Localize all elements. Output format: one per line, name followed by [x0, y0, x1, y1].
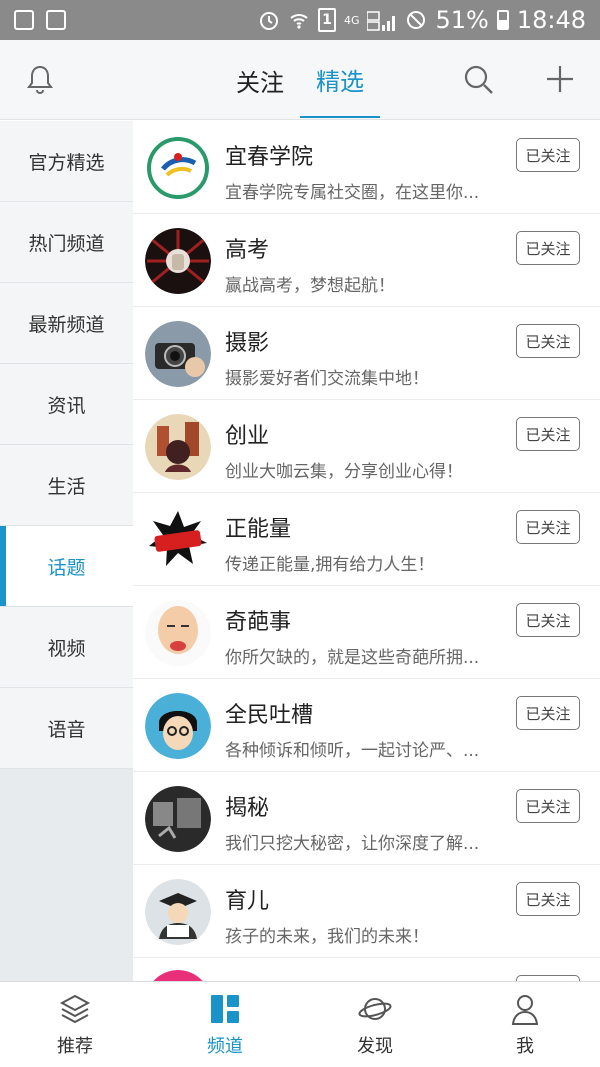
- sidebar-item-official[interactable]: 官方精选: [0, 121, 133, 202]
- channel-title: 育儿: [225, 889, 270, 914]
- followed-button[interactable]: 已关注: [516, 138, 580, 172]
- sidebar-item-topics[interactable]: 话题: [0, 526, 133, 607]
- bottom-navigation: 推荐 频道 发现 我: [0, 981, 600, 1067]
- channel-title: 正能量: [225, 517, 292, 542]
- followed-button[interactable]: 已关注: [516, 510, 580, 544]
- layers-icon: [59, 994, 91, 1023]
- search-icon[interactable]: [463, 64, 495, 96]
- planet-icon: [358, 997, 392, 1020]
- channel-title: 揭秘: [225, 796, 270, 821]
- followed-button[interactable]: 已关注: [516, 882, 580, 916]
- list-item[interactable]: 全民吐槽 各种倾诉和倾听，一起讨论严、... 已关注: [133, 679, 600, 772]
- sidebar-item-hot[interactable]: 热门频道: [0, 202, 133, 283]
- nav-channels[interactable]: 频道: [150, 982, 300, 1067]
- list-item[interactable]: [133, 958, 600, 981]
- list-item[interactable]: 创业 创业大咖云集，分享创业心得！ 已关注: [133, 400, 600, 493]
- nav-label: 推荐: [57, 1035, 93, 1057]
- tab-following[interactable]: 关注: [220, 42, 300, 118]
- channel-description: 我们只挖大秘密，让你深度了解...: [225, 834, 480, 854]
- channel-grid-icon: [211, 994, 239, 1023]
- list-item[interactable]: 宜春学院 宜春学院专属社交圈，在这里你... 已关注: [133, 121, 600, 214]
- list-item[interactable]: 奇葩事 你所欠缺的，就是这些奇葩所拥... 已关注: [133, 586, 600, 679]
- channel-title: 摄影: [225, 331, 270, 356]
- channel-description: 创业大咖云集，分享创业心得！: [225, 462, 463, 482]
- followed-button[interactable]: 已关注: [516, 324, 580, 358]
- channel-description: 宜春学院专属社交圈，在这里你...: [225, 183, 480, 203]
- clipboard-notification-icon: [46, 10, 66, 30]
- nav-discover[interactable]: 发现: [300, 982, 450, 1067]
- list-item[interactable]: 育儿 孩子的未来，我们的未来！ 已关注: [133, 865, 600, 958]
- channel-description: 孩子的未来，我们的未来！: [225, 927, 429, 947]
- category-sidebar: 官方精选 热门频道 最新频道 资讯 生活 话题 视频 语音: [0, 121, 133, 981]
- followed-button[interactable]: 已关注: [516, 231, 580, 265]
- image-notification-icon: [14, 10, 34, 30]
- network-label: 4G: [343, 13, 360, 27]
- channel-title: 奇葩事: [225, 610, 292, 635]
- list-item[interactable]: 揭秘 我们只挖大秘密，让你深度了解... 已关注: [133, 772, 600, 865]
- nav-recommend[interactable]: 推荐: [0, 982, 150, 1067]
- followed-button[interactable]: 已关注: [516, 417, 580, 451]
- channel-avatar: [145, 414, 211, 480]
- channel-avatar: [145, 970, 211, 981]
- channel-avatar: [145, 228, 211, 294]
- channel-description: 你所欠缺的，就是这些奇葩所拥...: [225, 648, 480, 668]
- signal-icon: [367, 11, 396, 31]
- nav-me[interactable]: 我: [450, 982, 600, 1067]
- sidebar-item-life[interactable]: 生活: [0, 445, 133, 526]
- channel-title: 创业: [225, 424, 270, 449]
- channel-description: 传递正能量,拥有给力人生！: [225, 555, 435, 575]
- channel-title: 高考: [225, 238, 270, 263]
- followed-button[interactable]: 已关注: [516, 789, 580, 823]
- battery-percent: 51%: [435, 6, 489, 34]
- nav-label: 频道: [207, 1035, 243, 1057]
- top-header: 关注 精选: [0, 40, 600, 120]
- sidebar-item-newest[interactable]: 最新频道: [0, 283, 133, 364]
- alarm-icon: [259, 12, 278, 30]
- list-item[interactable]: 摄影 摄影爱好者们交流集中地！ 已关注: [133, 307, 600, 400]
- list-item[interactable]: 正能量 传递正能量,拥有给力人生！ 已关注: [133, 493, 600, 586]
- channel-title: 宜春学院: [225, 145, 314, 170]
- sidebar-item-video[interactable]: 视频: [0, 607, 133, 688]
- do-not-disturb-icon: [407, 11, 426, 29]
- nav-label: 我: [516, 1035, 534, 1057]
- channel-avatar: [145, 600, 211, 666]
- channel-description: 各种倾诉和倾听，一起讨论严、...: [225, 741, 480, 761]
- plus-icon[interactable]: [545, 64, 575, 94]
- status-bar: 1 4G 51% 18:48: [0, 0, 600, 40]
- channel-description: 摄影爱好者们交流集中地！: [225, 369, 429, 389]
- followed-button[interactable]: 已关注: [516, 696, 580, 730]
- sim-badge: 1: [317, 8, 336, 32]
- sidebar-item-news[interactable]: 资讯: [0, 364, 133, 445]
- channel-avatar: [145, 786, 211, 852]
- channel-description: 赢战高考，梦想起航！: [225, 276, 395, 296]
- followed-button[interactable]: 已关注: [516, 603, 580, 637]
- channel-avatar: [145, 135, 211, 201]
- channel-list: 宜春学院 宜春学院专属社交圈，在这里你... 已关注 高考 赢战高考，梦想起航！…: [133, 121, 600, 981]
- sidebar-item-voice[interactable]: 语音: [0, 688, 133, 769]
- channel-title: 全民吐槽: [225, 703, 314, 728]
- clock: 18:48: [516, 6, 586, 34]
- tab-featured[interactable]: 精选: [300, 42, 380, 118]
- channel-avatar: [145, 321, 211, 387]
- channel-avatar: [145, 879, 211, 945]
- channel-avatar: [145, 507, 211, 573]
- wifi-icon: [290, 14, 308, 29]
- header-tabs: 关注 精选: [0, 40, 600, 120]
- channel-avatar: [145, 693, 211, 759]
- battery-icon: [496, 10, 509, 30]
- person-icon: [511, 994, 539, 1025]
- list-item[interactable]: 高考 赢战高考，梦想起航！ 已关注: [133, 214, 600, 307]
- nav-label: 发现: [357, 1035, 393, 1057]
